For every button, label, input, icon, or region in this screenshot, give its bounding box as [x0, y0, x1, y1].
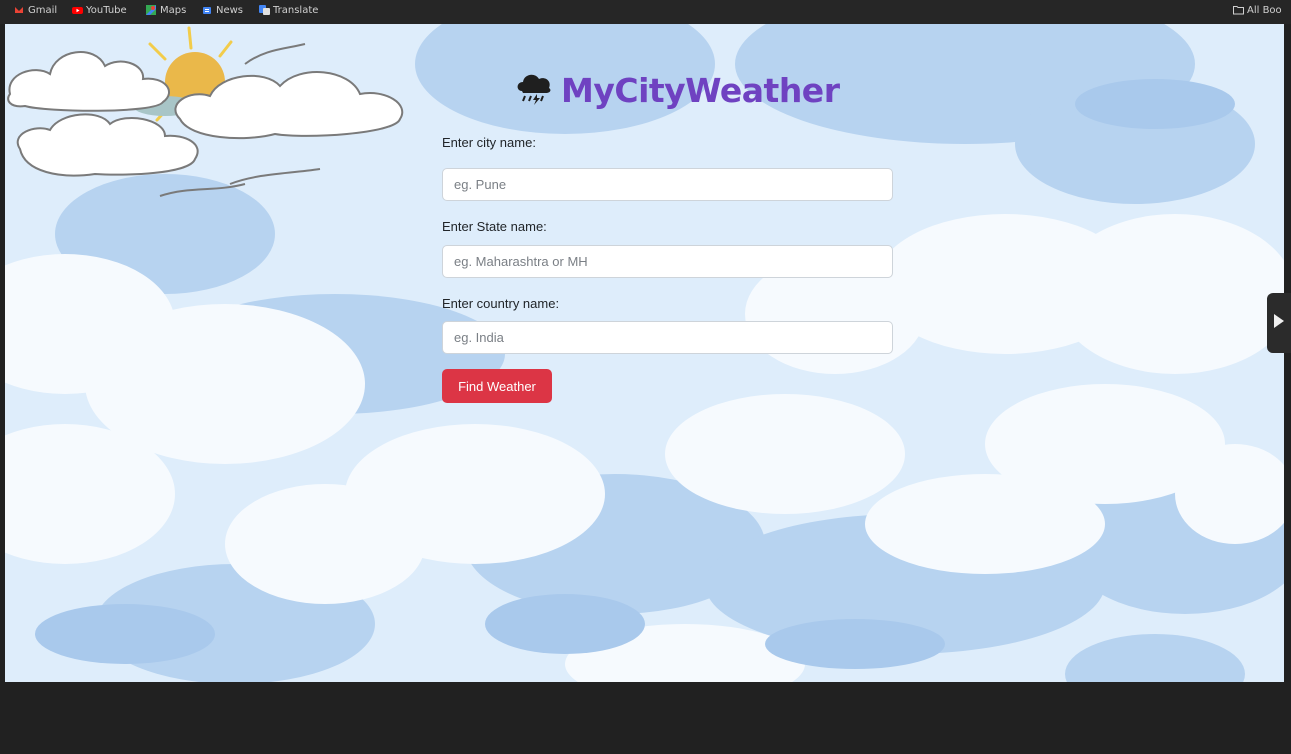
find-weather-button[interactable]: Find Weather [442, 369, 552, 403]
bookmark-label: YouTube [86, 4, 127, 16]
side-panel-toggle[interactable] [1267, 293, 1291, 353]
bookmark-gmail[interactable]: Gmail [14, 0, 57, 20]
all-bookmarks-button[interactable]: All Boo [1233, 0, 1282, 20]
state-label: Enter State name: [442, 219, 547, 234]
state-input[interactable] [442, 245, 893, 278]
bookmark-label: News [216, 4, 244, 16]
bookmark-news[interactable]: News [202, 0, 243, 20]
bookmarks-bar: Gmail YouTube Maps News Translate All Bo… [0, 0, 1291, 24]
maps-icon [146, 5, 156, 15]
storm-cloud-icon [515, 69, 553, 111]
folder-icon [1233, 5, 1244, 15]
window-bottom-area [0, 682, 1291, 754]
city-label: Enter city name: [442, 135, 536, 150]
news-icon [202, 5, 212, 15]
bookmark-translate[interactable]: Translate [259, 0, 318, 20]
page-viewport: MyCityWeather Enter city name: Enter Sta… [5, 24, 1284, 682]
city-input[interactable] [442, 168, 893, 201]
youtube-icon [72, 5, 83, 15]
app-header: MyCityWeather [515, 68, 840, 112]
bookmark-label: Translate [273, 4, 319, 16]
gmail-icon [14, 5, 24, 15]
bookmark-maps[interactable]: Maps [146, 0, 186, 20]
country-input[interactable] [442, 321, 893, 354]
translate-icon [259, 5, 270, 15]
bookmark-label: Gmail [28, 4, 58, 16]
country-label: Enter country name: [442, 296, 560, 311]
play-triangle-icon [1273, 313, 1285, 333]
bookmark-youtube[interactable]: YouTube [72, 0, 127, 20]
bookmark-label: Maps [160, 4, 187, 16]
app-title: MyCityWeather [561, 70, 840, 110]
all-bookmarks-label: All Boo [1247, 4, 1282, 16]
